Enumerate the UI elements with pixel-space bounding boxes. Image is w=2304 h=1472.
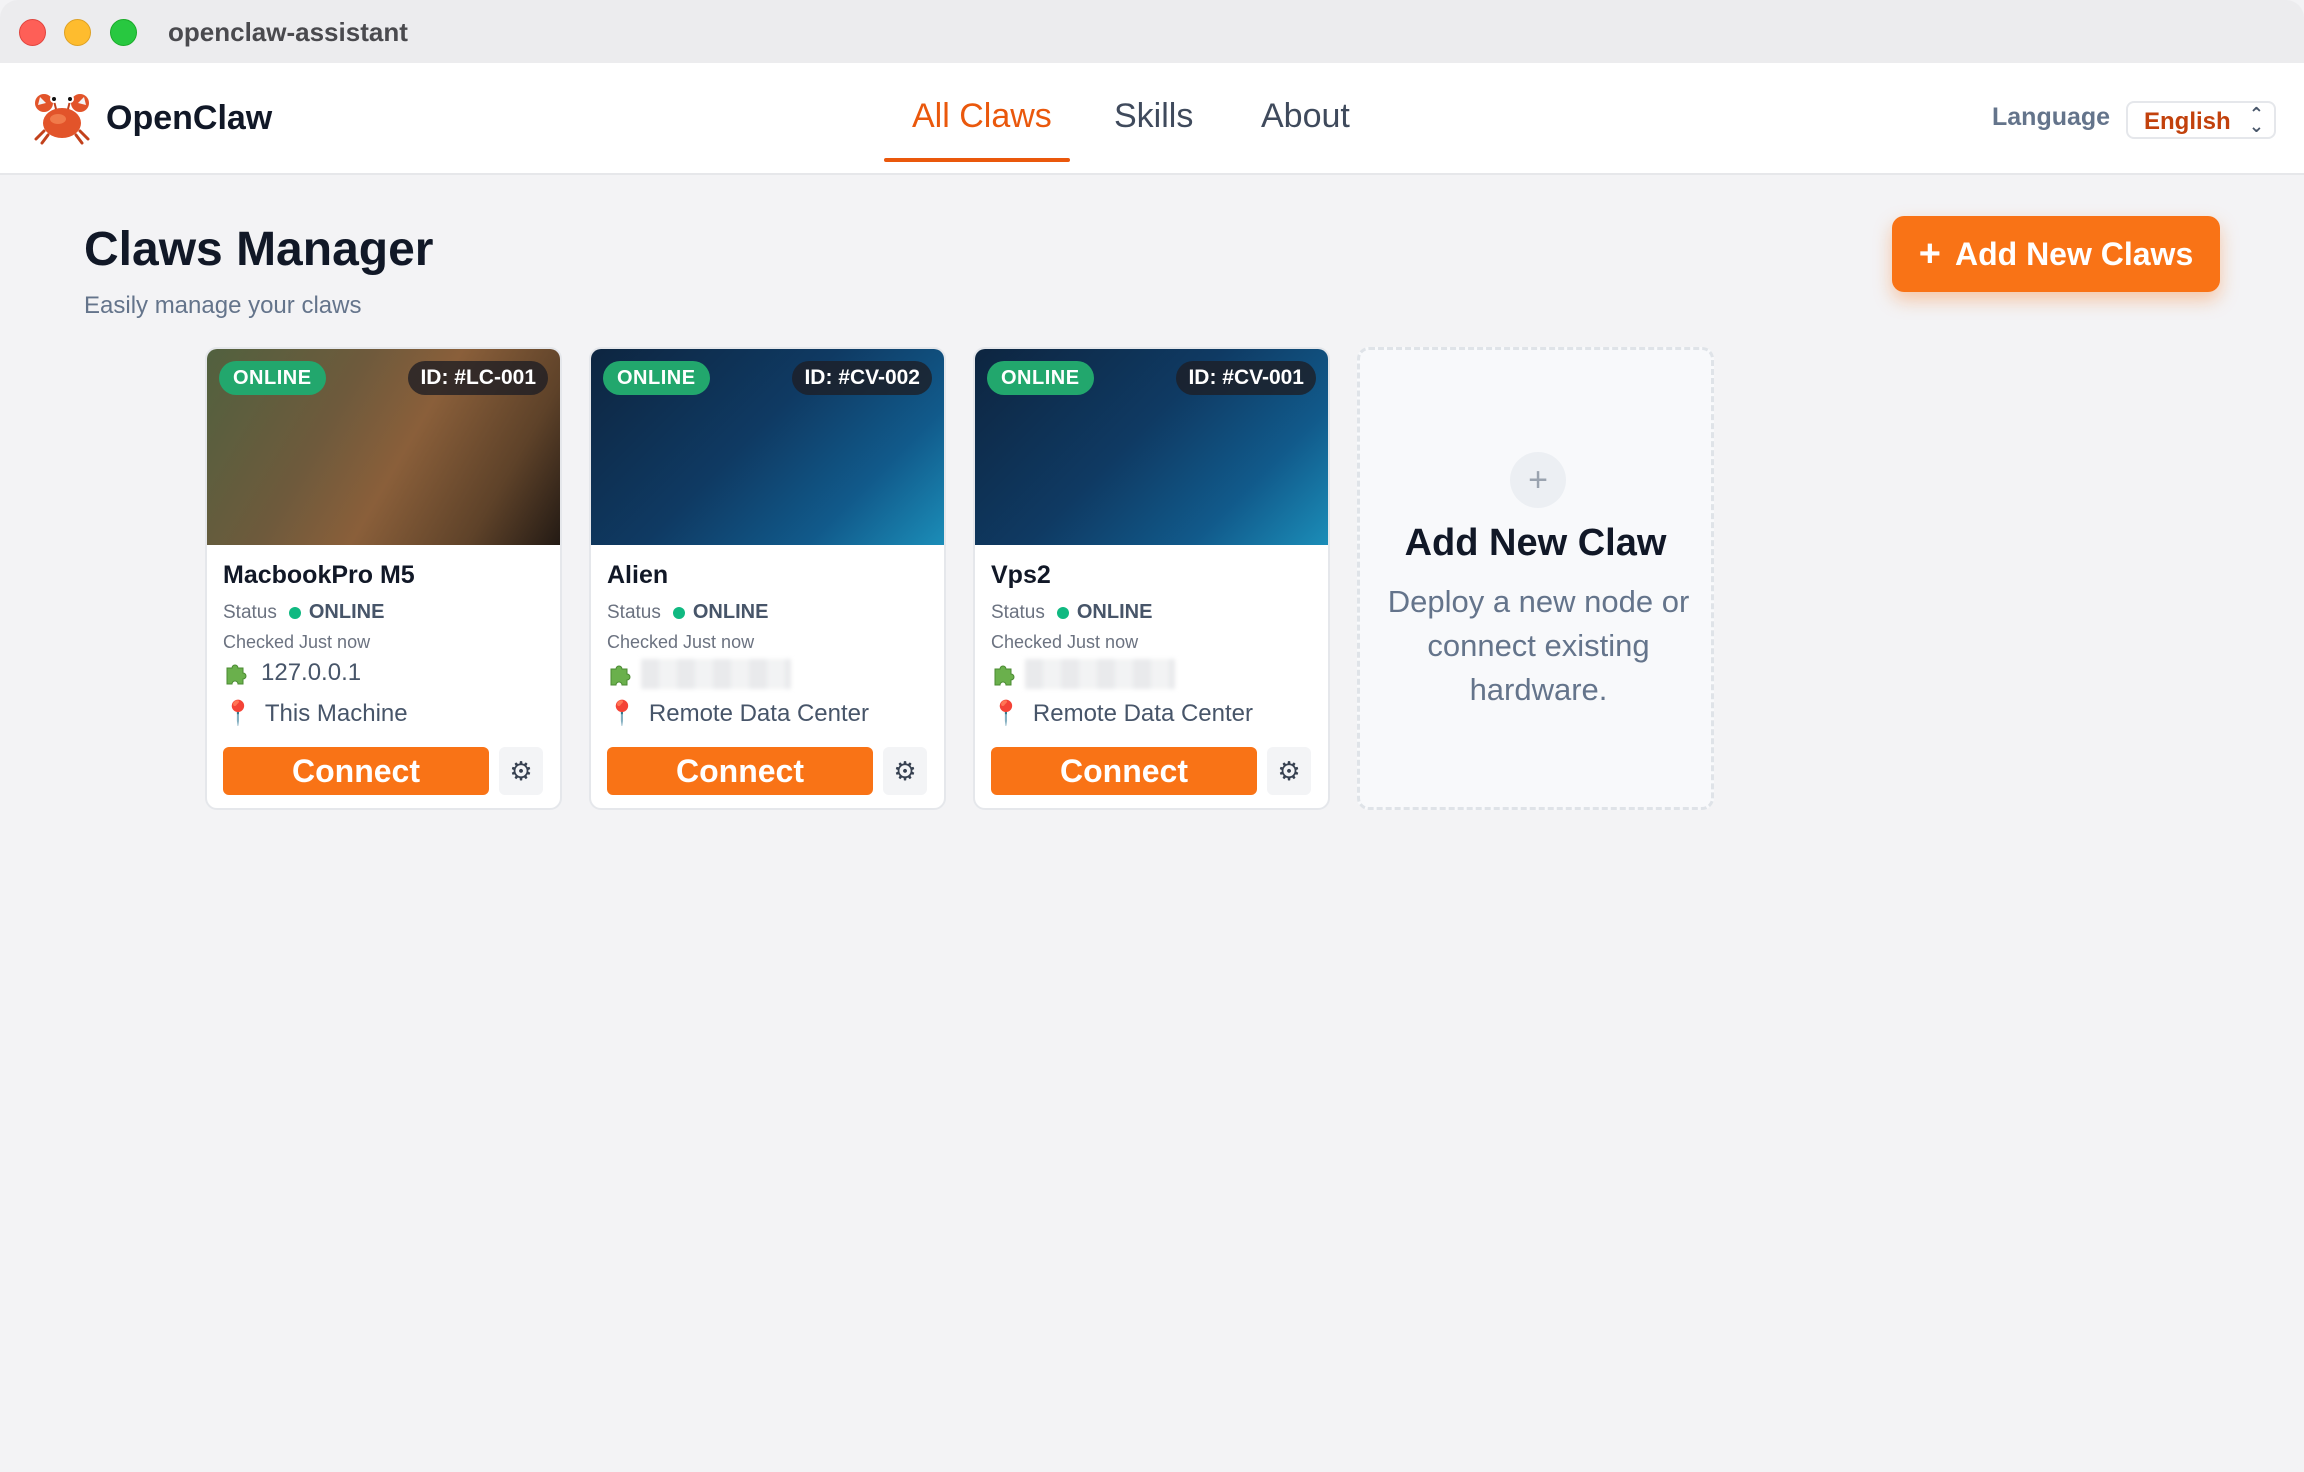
gear-icon: ⚙ xyxy=(509,755,533,786)
language-label: Language xyxy=(1992,103,2111,131)
location-text: This Machine xyxy=(264,699,408,727)
claw-card: ONLINE ID: #LC-001 MacbookPro M5 Status … xyxy=(205,347,562,810)
checked-time: Checked Just now xyxy=(223,632,371,652)
gear-icon: ⚙ xyxy=(893,755,917,786)
claw-id-badge: ID: #LC-001 xyxy=(408,361,548,395)
connect-button[interactable]: Connect xyxy=(607,747,873,795)
claw-card: ONLINE ID: #CV-001 Vps2 Status ONLINE Ch… xyxy=(973,347,1330,810)
claw-card: ONLINE ID: #CV-002 Alien Status ONLINE C… xyxy=(589,347,946,810)
puzzle-icon xyxy=(994,665,1015,686)
location-row: 📍 This Machine xyxy=(223,699,408,728)
crab-icon xyxy=(34,94,90,145)
add-card-description: Deploy a new node or connect existing ha… xyxy=(1387,584,1690,707)
puzzle-icon xyxy=(226,664,247,685)
page-subtitle: Easily manage your claws xyxy=(84,292,362,319)
status-badge: ONLINE xyxy=(603,361,710,395)
add-new-claws-label: Add New Claws xyxy=(1954,235,2194,272)
language-select[interactable]: English ⌃ ⌄ xyxy=(2126,101,2276,139)
status-row: Status ONLINE xyxy=(991,601,1152,624)
chevron-updown-icon: ⌃ ⌄ xyxy=(2248,104,2264,136)
brand-name: OpenClaw xyxy=(106,99,273,137)
status-badge: ONLINE xyxy=(219,361,326,395)
location-text: Remote Data Center xyxy=(1032,699,1253,727)
plus-icon: + xyxy=(1918,232,1941,275)
close-window-button[interactable] xyxy=(19,19,46,46)
settings-button[interactable]: ⚙ xyxy=(1267,747,1311,795)
claw-name: Vps2 xyxy=(991,561,1051,589)
active-tab-indicator xyxy=(884,158,1070,162)
add-new-claws-button[interactable]: + Add New Claws xyxy=(1892,216,2220,292)
settings-button[interactable]: ⚙ xyxy=(499,747,543,795)
minimize-window-button[interactable] xyxy=(64,19,91,46)
status-dot-icon xyxy=(1056,606,1069,619)
claw-id-badge: ID: #CV-001 xyxy=(1176,361,1316,395)
add-card-title: Add New Claw xyxy=(1404,522,1667,564)
claw-name: MacbookPro M5 xyxy=(223,561,415,589)
redacted-ip xyxy=(641,659,791,689)
location-text: Remote Data Center xyxy=(648,699,869,727)
title-bar: openclaw-assistant xyxy=(0,0,2304,63)
connect-button[interactable]: Connect xyxy=(991,747,1257,795)
ip-address: 127.0.0.1 xyxy=(261,659,362,686)
app-header: OpenClaw All Claws Skills About Language… xyxy=(0,63,2304,175)
settings-button[interactable]: ⚙ xyxy=(883,747,927,795)
status-value: ONLINE xyxy=(308,601,385,623)
ip-row xyxy=(991,659,1175,689)
add-new-claw-card[interactable]: + Add New Claw Deploy a new node or conn… xyxy=(1357,347,1714,810)
claw-name: Alien xyxy=(607,561,669,589)
status-value: ONLINE xyxy=(692,601,769,623)
status-value: ONLINE xyxy=(1076,601,1153,623)
zoom-window-button[interactable] xyxy=(110,19,137,46)
pin-icon: 📍 xyxy=(607,700,637,727)
window-title: openclaw-assistant xyxy=(168,17,408,47)
status-label: Status xyxy=(991,601,1045,623)
location-row: 📍 Remote Data Center xyxy=(991,699,1253,728)
ip-row: 127.0.0.1 xyxy=(223,659,361,687)
location-row: 📍 Remote Data Center xyxy=(607,699,869,728)
status-row: Status ONLINE xyxy=(607,601,768,624)
redacted-ip xyxy=(1025,659,1175,689)
plus-icon: + xyxy=(1510,452,1566,508)
claw-id-badge: ID: #CV-002 xyxy=(792,361,932,395)
tab-skills[interactable]: Skills xyxy=(1114,97,1193,136)
ip-row xyxy=(607,659,791,689)
status-dot-icon xyxy=(672,606,685,619)
puzzle-icon xyxy=(610,665,631,686)
pin-icon: 📍 xyxy=(223,700,253,727)
status-badge: ONLINE xyxy=(987,361,1094,395)
app-window: openclaw-assistant OpenClaw All Claws Sk… xyxy=(0,0,2304,1472)
tab-about[interactable]: About xyxy=(1261,97,1350,136)
gear-icon: ⚙ xyxy=(1277,755,1301,786)
status-dot-icon xyxy=(288,606,301,619)
pin-icon: 📍 xyxy=(991,700,1021,727)
page-title: Claws Manager xyxy=(84,223,434,276)
connect-button[interactable]: Connect xyxy=(223,747,489,795)
checked-time: Checked Just now xyxy=(991,632,1139,652)
status-label: Status xyxy=(223,601,277,623)
status-row: Status ONLINE xyxy=(223,601,384,624)
language-value: English xyxy=(2144,108,2231,135)
tab-all-claws[interactable]: All Claws xyxy=(912,97,1052,136)
checked-time: Checked Just now xyxy=(607,632,755,652)
status-label: Status xyxy=(607,601,661,623)
